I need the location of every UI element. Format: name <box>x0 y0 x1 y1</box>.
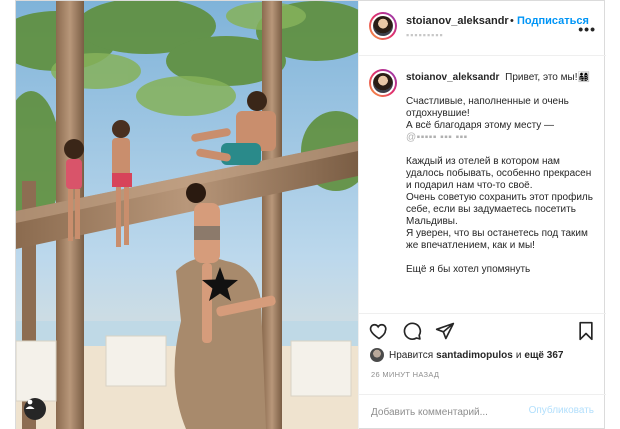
more-icon[interactable]: ••• <box>578 21 596 37</box>
caption-p5: Ещё я бы хотел упомянуть <box>406 264 531 275</box>
publish-button[interactable]: Опубликовать <box>529 405 594 416</box>
family-emoji: 👨‍👩‍👧‍👦 <box>577 72 590 83</box>
comment-bar: Опубликовать <box>359 394 606 429</box>
header-separator: • <box>510 15 514 27</box>
likes-prefix: Нравится <box>389 349 434 361</box>
caption-username[interactable]: stoianov_aleksandr <box>406 72 499 83</box>
share-icon[interactable] <box>433 319 457 343</box>
caption-p2: Каждый из отелей в котором нам удалось п… <box>406 156 592 191</box>
caption-text: stoianov_aleksandr Привет, это мы!👨‍👩‍👧‍… <box>406 72 598 276</box>
likes-and: и <box>515 349 522 361</box>
avatar[interactable] <box>369 12 397 40</box>
heart-icon[interactable] <box>367 319 391 343</box>
comment-icon[interactable] <box>400 319 424 343</box>
comment-input[interactable] <box>371 403 521 421</box>
caption-greeting: Привет, это мы! <box>505 72 578 83</box>
location-text[interactable]: ▪▪▪▪▪▪▪▪▪ <box>406 30 444 40</box>
liker-avatar[interactable] <box>370 348 384 362</box>
user-tag-icon[interactable] <box>24 398 46 420</box>
liker-username[interactable]: santadimopulos <box>436 350 513 361</box>
post-header: stoianov_aleksandr • Подписаться ▪▪▪▪▪▪▪… <box>359 1 606 56</box>
caption-avatar[interactable] <box>369 69 397 97</box>
post-photo[interactable] <box>16 1 358 429</box>
caption-p3: Очень советую сохранить этот профиль себ… <box>406 192 593 227</box>
post-timestamp[interactable]: 26 МИНУТ НАЗАД <box>371 370 439 379</box>
author-username[interactable]: stoianov_aleksandr <box>406 15 509 27</box>
likes-row: Нравится santadimopulos и ещё 367 <box>370 347 566 363</box>
blurred-mention[interactable]: @▪▪▪▪▪ ▪▪▪ ▪▪▪ <box>406 132 468 143</box>
caption-p1-line2: А всё благодаря этому месту — <box>406 120 555 131</box>
likes-count[interactable]: ещё 367 <box>524 350 563 361</box>
beach-palm-scene <box>16 1 358 429</box>
caption-area: stoianov_aleksandr Привет, это мы!👨‍👩‍👧‍… <box>359 57 606 313</box>
instagram-post: stoianov_aleksandr • Подписаться ▪▪▪▪▪▪▪… <box>15 0 606 429</box>
bookmark-icon[interactable] <box>574 319 598 343</box>
caption-p4: Я уверен, что вы останетесь под таким же… <box>406 228 588 251</box>
post-actions: Нравится santadimopulos и ещё 367 26 МИН… <box>359 313 606 405</box>
caption-p1-line1: Счастливые, наполненные и очень отдохнув… <box>406 96 569 119</box>
post-side-panel: stoianov_aleksandr • Подписаться ▪▪▪▪▪▪▪… <box>358 1 606 429</box>
